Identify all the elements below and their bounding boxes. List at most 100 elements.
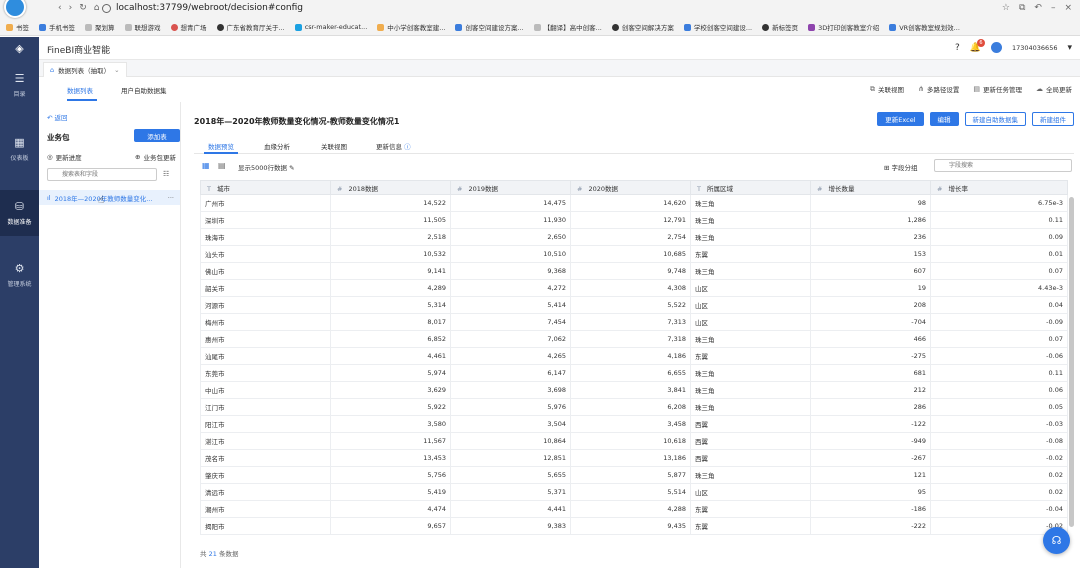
bookmark[interactable]: 中小学创客教室建...	[377, 22, 445, 32]
table-cell[interactable]: 4,186	[570, 347, 691, 365]
chevron-down-icon[interactable]: ▾	[1067, 43, 1072, 53]
nav-item-catalog[interactable]: ☰ 目录	[0, 62, 39, 108]
minimize-icon[interactable]: –	[1051, 3, 1056, 13]
help-chat-button[interactable]: ☊	[1043, 527, 1070, 554]
table-cell[interactable]: 5,756	[330, 466, 451, 484]
table-cell[interactable]: 珠三角	[690, 262, 811, 280]
scrollbar[interactable]	[1069, 197, 1074, 527]
forward-arrow-icon[interactable]: ›	[69, 3, 73, 13]
table-cell[interactable]: 9,435	[570, 517, 691, 535]
table-cell[interactable]: 0.06	[930, 381, 1068, 399]
undo-icon[interactable]: ↶	[1034, 3, 1042, 13]
table-cell[interactable]: 7,318	[570, 330, 691, 348]
bookmark[interactable]: 创客空间解决方案	[611, 22, 674, 32]
avatar[interactable]	[990, 42, 1002, 53]
column-header[interactable]: T 城市	[200, 180, 331, 195]
table-cell[interactable]: 6,208	[570, 398, 691, 416]
star-icon[interactable]: ☆	[1002, 3, 1010, 13]
table-cell[interactable]: 5,655	[450, 466, 571, 484]
column-header[interactable]: #2018数据	[330, 180, 451, 195]
table-cell[interactable]: 珠三角	[690, 381, 811, 399]
table-cell[interactable]: 6,852	[330, 330, 451, 348]
column-header[interactable]: #2020数据	[570, 180, 691, 195]
update-excel-button[interactable]: 更新Excel	[877, 112, 924, 126]
reload-icon[interactable]: ↻	[79, 3, 87, 13]
list-view-icon[interactable]: ▤	[218, 161, 226, 170]
more-icon[interactable]: ···	[168, 194, 174, 202]
table-cell[interactable]: -704	[810, 313, 931, 331]
bookmark[interactable]: csr-maker-educat...	[294, 23, 367, 31]
table-cell[interactable]: 95	[810, 483, 931, 501]
table-cell[interactable]: 7,062	[450, 330, 571, 348]
table-search-input[interactable]	[47, 168, 157, 181]
table-cell[interactable]: 7,454	[450, 313, 571, 331]
table-cell[interactable]: 5,414	[450, 296, 571, 314]
bookmark[interactable]: 想青广场	[170, 22, 207, 32]
table-cell[interactable]: 4.43e-3	[930, 279, 1068, 297]
column-header[interactable]: # 增长数量	[810, 180, 931, 195]
table-cell[interactable]: 0.07	[930, 330, 1068, 348]
table-cell[interactable]: 10,510	[450, 245, 571, 263]
table-cell[interactable]: 466	[810, 330, 931, 348]
table-cell[interactable]: 0.11	[930, 364, 1068, 382]
table-cell[interactable]: 5,419	[330, 483, 451, 501]
table-cell[interactable]: 0.02	[930, 483, 1068, 501]
table-cell[interactable]: 6.75e-3	[930, 194, 1068, 212]
table-cell[interactable]: 286	[810, 398, 931, 416]
bookmark[interactable]: 手机书签	[39, 22, 75, 32]
bell-icon[interactable]: 🔔 6	[970, 38, 985, 53]
address-bar[interactable]: localhost:37799/webroot/decision#config	[102, 2, 962, 16]
table-cell[interactable]: 3,698	[450, 381, 571, 399]
column-header[interactable]: #2019数据	[450, 180, 571, 195]
table-cell[interactable]: 14,522	[330, 194, 451, 212]
table-cell[interactable]: 9,368	[450, 262, 571, 280]
table-cell[interactable]: 珠三角	[690, 398, 811, 416]
field-group-button[interactable]: ⊞ 字段分组	[884, 162, 918, 172]
table-cell[interactable]: 14,475	[450, 194, 571, 212]
bookmark[interactable]: 【翻译】高中创客...	[533, 22, 602, 32]
table-cell[interactable]: 12,851	[450, 449, 571, 467]
table-cell[interactable]: -267	[810, 449, 931, 467]
package-update-link[interactable]: ⊕ 业务包更新	[135, 152, 176, 162]
table-cell[interactable]: 5,976	[450, 398, 571, 416]
table-cell[interactable]: 山区	[690, 483, 811, 501]
tab-data-list[interactable]: ⌂ 数据列表（抽取） ⌄	[43, 62, 127, 77]
table-cell[interactable]: -0.06	[930, 347, 1068, 365]
table-cell[interactable]: -122	[810, 415, 931, 433]
home-icon[interactable]: ⌂	[94, 3, 100, 13]
table-cell[interactable]: 茂名市	[200, 449, 331, 467]
close-icon[interactable]: ×	[1064, 3, 1072, 13]
table-cell[interactable]: 7,313	[570, 313, 691, 331]
app-logo[interactable]: ◈	[0, 37, 39, 60]
table-cell[interactable]: 13,186	[570, 449, 691, 467]
table-cell[interactable]: 佛山市	[200, 262, 331, 280]
table-cell[interactable]: 东翼	[690, 500, 811, 518]
bookmark[interactable]: 聚划算	[85, 22, 115, 32]
table-cell[interactable]: 681	[810, 364, 931, 382]
bookmark[interactable]: VR创客教室规划效...	[889, 22, 960, 32]
column-header[interactable]: # 增长率	[930, 180, 1068, 195]
table-cell[interactable]: 6,655	[570, 364, 691, 382]
table-cell[interactable]: 2,650	[450, 228, 571, 246]
table-cell[interactable]: -222	[810, 517, 931, 535]
nav-item-dashboard[interactable]: ▦ 仪表板	[0, 126, 39, 172]
table-cell[interactable]: 12,791	[570, 211, 691, 229]
bookmark[interactable]: 联想游戏	[124, 22, 161, 32]
grid-view-icon[interactable]: ▦	[202, 161, 210, 170]
table-cell[interactable]: 3,580	[330, 415, 451, 433]
tab-lineage[interactable]: 血缘分析	[264, 141, 290, 151]
table-cell[interactable]: 607	[810, 262, 931, 280]
table-cell[interactable]: -275	[810, 347, 931, 365]
bookmark[interactable]: 广东省教育厅关于...	[216, 22, 285, 32]
table-cell[interactable]: 3,629	[330, 381, 451, 399]
table-cell[interactable]: -0.04	[930, 500, 1068, 518]
bookmark[interactable]: 新标签页	[762, 22, 798, 32]
table-cell[interactable]: 潮州市	[200, 500, 331, 518]
table-cell[interactable]: 5,314	[330, 296, 451, 314]
table-cell[interactable]: 10,864	[450, 432, 571, 450]
table-cell[interactable]: 9,657	[330, 517, 451, 535]
table-cell[interactable]: 13,453	[330, 449, 451, 467]
table-cell[interactable]: 珠三角	[690, 330, 811, 348]
table-cell[interactable]: 惠州市	[200, 330, 331, 348]
table-cell[interactable]: 5,371	[450, 483, 571, 501]
